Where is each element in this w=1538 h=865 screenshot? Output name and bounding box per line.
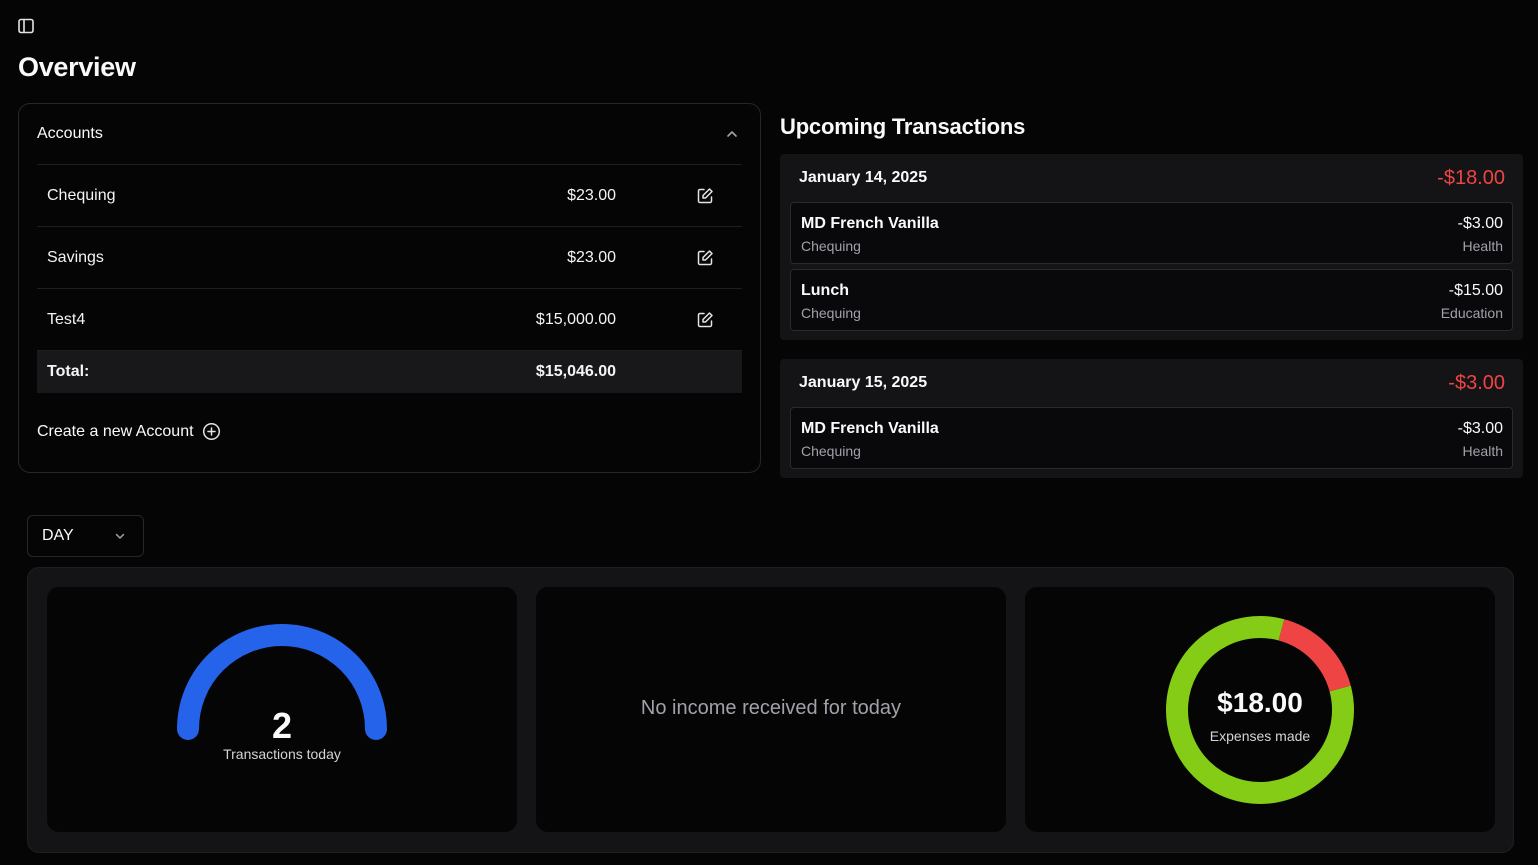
accounts-total-row: Total: $15,046.00: [37, 351, 742, 393]
sidebar-toggle-icon[interactable]: [16, 16, 36, 36]
transaction-name: MD French Vanilla: [801, 215, 939, 232]
accounts-header[interactable]: Accounts: [37, 104, 742, 165]
transactions-stat-card: 2 Transactions today: [47, 587, 517, 832]
chevron-down-icon: [115, 533, 125, 539]
account-name: Test4: [47, 310, 86, 328]
create-account-label: Create a new Account: [37, 422, 194, 440]
transactions-count: 2: [271, 705, 293, 746]
transaction-account: Chequing: [801, 443, 861, 459]
accounts-title: Accounts: [37, 125, 103, 142]
upcoming-transactions-title: Upcoming Transactions: [780, 114, 1026, 139]
transaction-item[interactable]: MD French Vanilla Chequing -$3.00 Health: [790, 407, 1513, 469]
day-header: January 15, 2025 -$3.00: [780, 359, 1523, 407]
day-total: -$3.00: [1448, 371, 1505, 394]
transaction-item[interactable]: MD French Vanilla Chequing -$3.00 Health: [790, 202, 1513, 264]
account-row-test4: Test4 $15,000.00: [37, 289, 742, 351]
account-balance: $15,000.00: [535, 310, 616, 328]
transaction-account: Chequing: [801, 238, 861, 254]
day-group: January 14, 2025 -$18.00 MD French Vanil…: [780, 154, 1523, 340]
edit-icon[interactable]: [696, 249, 714, 267]
transaction-name: Lunch: [801, 282, 849, 299]
app-root: Overview Accounts Chequing $23.00 Saving…: [0, 0, 1538, 865]
transaction-amount: -$15.00: [1448, 282, 1503, 299]
total-label: Total:: [47, 363, 90, 380]
day-header: January 14, 2025 -$18.00: [780, 154, 1523, 202]
page-title: Overview: [18, 52, 136, 82]
transaction-item[interactable]: Lunch Chequing -$15.00 Education: [790, 269, 1513, 331]
account-balance: $23.00: [567, 248, 616, 266]
no-income-message: No income received for today: [640, 697, 902, 719]
period-select[interactable]: DAY: [27, 515, 144, 557]
expenses-label: Expenses made: [1209, 728, 1311, 744]
account-row-savings: Savings $23.00: [37, 227, 742, 289]
expenses-amount: $18.00: [1217, 687, 1303, 718]
transaction-account: Chequing: [801, 305, 861, 321]
create-account-button[interactable]: Create a new Account: [37, 422, 221, 441]
day-date: January 15, 2025: [799, 374, 928, 391]
plus-circle-icon: [202, 422, 220, 441]
accounts-card: Accounts Chequing $23.00 Savings $23.00 …: [18, 103, 761, 473]
day-date: January 14, 2025: [799, 169, 928, 186]
chevron-up-icon[interactable]: [724, 126, 740, 142]
edit-icon[interactable]: [696, 187, 714, 205]
transaction-category: Health: [1462, 238, 1503, 254]
total-value: $15,046.00: [535, 363, 616, 380]
account-name: Chequing: [47, 186, 116, 204]
account-balance: $23.00: [567, 186, 616, 204]
day-total: -$18.00: [1437, 166, 1505, 189]
donut-segment-health: [1278, 619, 1351, 692]
account-row-chequing: Chequing $23.00: [37, 165, 742, 227]
account-name: Savings: [47, 248, 104, 266]
transaction-name: MD French Vanilla: [801, 420, 939, 437]
transaction-category: Education: [1440, 305, 1503, 321]
expenses-stat-card: $18.00 Expenses made: [1025, 587, 1495, 832]
stats-panel: 2 Transactions today No income received …: [27, 567, 1514, 853]
transactions-label: Transactions today: [223, 746, 341, 762]
transaction-amount: -$3.00: [1457, 420, 1503, 437]
transaction-category: Health: [1462, 443, 1503, 459]
income-stat-card: No income received for today: [536, 587, 1006, 832]
day-group: January 15, 2025 -$3.00 MD French Vanill…: [780, 359, 1523, 478]
transaction-amount: -$3.00: [1457, 215, 1503, 232]
edit-icon[interactable]: [696, 311, 714, 329]
period-select-value: DAY: [42, 527, 74, 544]
